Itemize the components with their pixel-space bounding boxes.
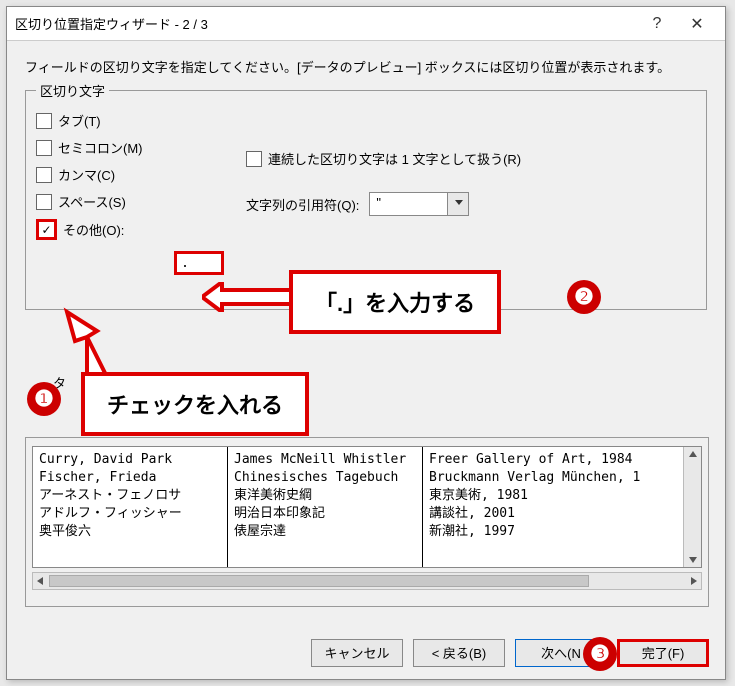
cancel-button-label: キャンセル <box>324 646 389 661</box>
help-icon: ? <box>653 15 662 33</box>
titlebar: 区切り位置指定ウィザード - 2 / 3 ? ✕ <box>7 7 725 41</box>
checkbox-consecutive-row: 連続した区切り文字は 1 文字として扱う(R) <box>246 149 521 168</box>
scrollbar-thumb[interactable] <box>49 575 589 587</box>
checkbox-semicolon[interactable] <box>36 140 52 156</box>
vertical-scrollbar[interactable] <box>683 447 701 567</box>
callout-1-arrow <box>57 307 127 377</box>
checkbox-comma-label: カンマ(C) <box>58 165 115 184</box>
right-options: 連続した区切り文字は 1 文字として扱う(R) 文字列の引用符(Q): " <box>246 141 521 216</box>
finish-button[interactable]: 完了(F) <box>617 639 709 667</box>
checkbox-space-label: スペース(S) <box>58 192 126 211</box>
callout-check: チェックを入れる <box>81 372 309 436</box>
checkbox-consecutive[interactable] <box>246 151 262 167</box>
checkbox-other-row: その他(O): <box>36 219 696 240</box>
button-row: キャンセル < 戻る(B) 次へ(N 完了(F) <box>311 639 709 667</box>
qualifier-value: " <box>376 195 381 210</box>
close-button[interactable]: ✕ <box>677 10 717 38</box>
checkbox-tab[interactable] <box>36 113 52 129</box>
finish-button-label: 完了(F) <box>642 646 685 661</box>
callout-input-dot: 「.」を入力する <box>289 270 501 334</box>
qualifier-row: 文字列の引用符(Q): " <box>246 192 521 216</box>
data-preview-box: Curry, David Park Fischer, Frieda アーネスト・… <box>25 437 709 607</box>
back-button-label: < 戻る(B) <box>432 646 487 661</box>
instruction-text: フィールドの区切り文字を指定してください。[データのプレビュー] ボックスには区… <box>25 57 707 76</box>
checkbox-other-label: その他(O): <box>63 220 124 239</box>
preview-col-1: Curry, David Park Fischer, Frieda アーネスト・… <box>33 447 228 567</box>
chevron-down-icon <box>455 200 463 205</box>
qualifier-label: 文字列の引用符(Q): <box>246 195 359 214</box>
callout-1-text: チェックを入れる <box>107 393 283 418</box>
back-button[interactable]: < 戻る(B) <box>413 639 505 667</box>
badge-3: ❸ <box>583 637 617 671</box>
preview-col-3: Freer Gallery of Art, 1984 Bruckmann Ver… <box>423 447 683 567</box>
dialog-title: 区切り位置指定ウィザード - 2 / 3 <box>15 14 637 33</box>
wizard-dialog: 区切り位置指定ウィザード - 2 / 3 ? ✕ フィールドの区切り文字を指定し… <box>6 6 726 680</box>
checkbox-tab-label: タブ(T) <box>58 111 101 130</box>
checkbox-tab-row: タブ(T) <box>36 111 696 130</box>
horizontal-scrollbar[interactable] <box>32 572 702 590</box>
checkbox-space[interactable] <box>36 194 52 210</box>
callout-2-arrow <box>202 282 292 312</box>
delimiters-legend: 区切り文字 <box>36 81 109 100</box>
close-icon: ✕ <box>690 14 703 34</box>
next-button-label: 次へ(N <box>541 646 581 661</box>
callout-2-text: 「.」を入力する <box>315 291 475 316</box>
data-preview: Curry, David Park Fischer, Frieda アーネスト・… <box>32 446 702 568</box>
badge-1: ❶ <box>27 382 61 416</box>
qualifier-select[interactable]: " <box>369 192 469 216</box>
help-button[interactable]: ? <box>637 10 677 38</box>
cancel-button[interactable]: キャンセル <box>311 639 403 667</box>
checkbox-semicolon-label: セミコロン(M) <box>58 138 143 157</box>
checkbox-other[interactable] <box>36 219 57 240</box>
checkbox-comma[interactable] <box>36 167 52 183</box>
other-delimiter-input[interactable] <box>174 251 224 275</box>
checkbox-consecutive-label: 連続した区切り文字は 1 文字として扱う(R) <box>268 149 521 168</box>
badge-2: ❷ <box>567 280 601 314</box>
preview-col-2: James McNeill Whistler Chinesisches Tage… <box>228 447 423 567</box>
